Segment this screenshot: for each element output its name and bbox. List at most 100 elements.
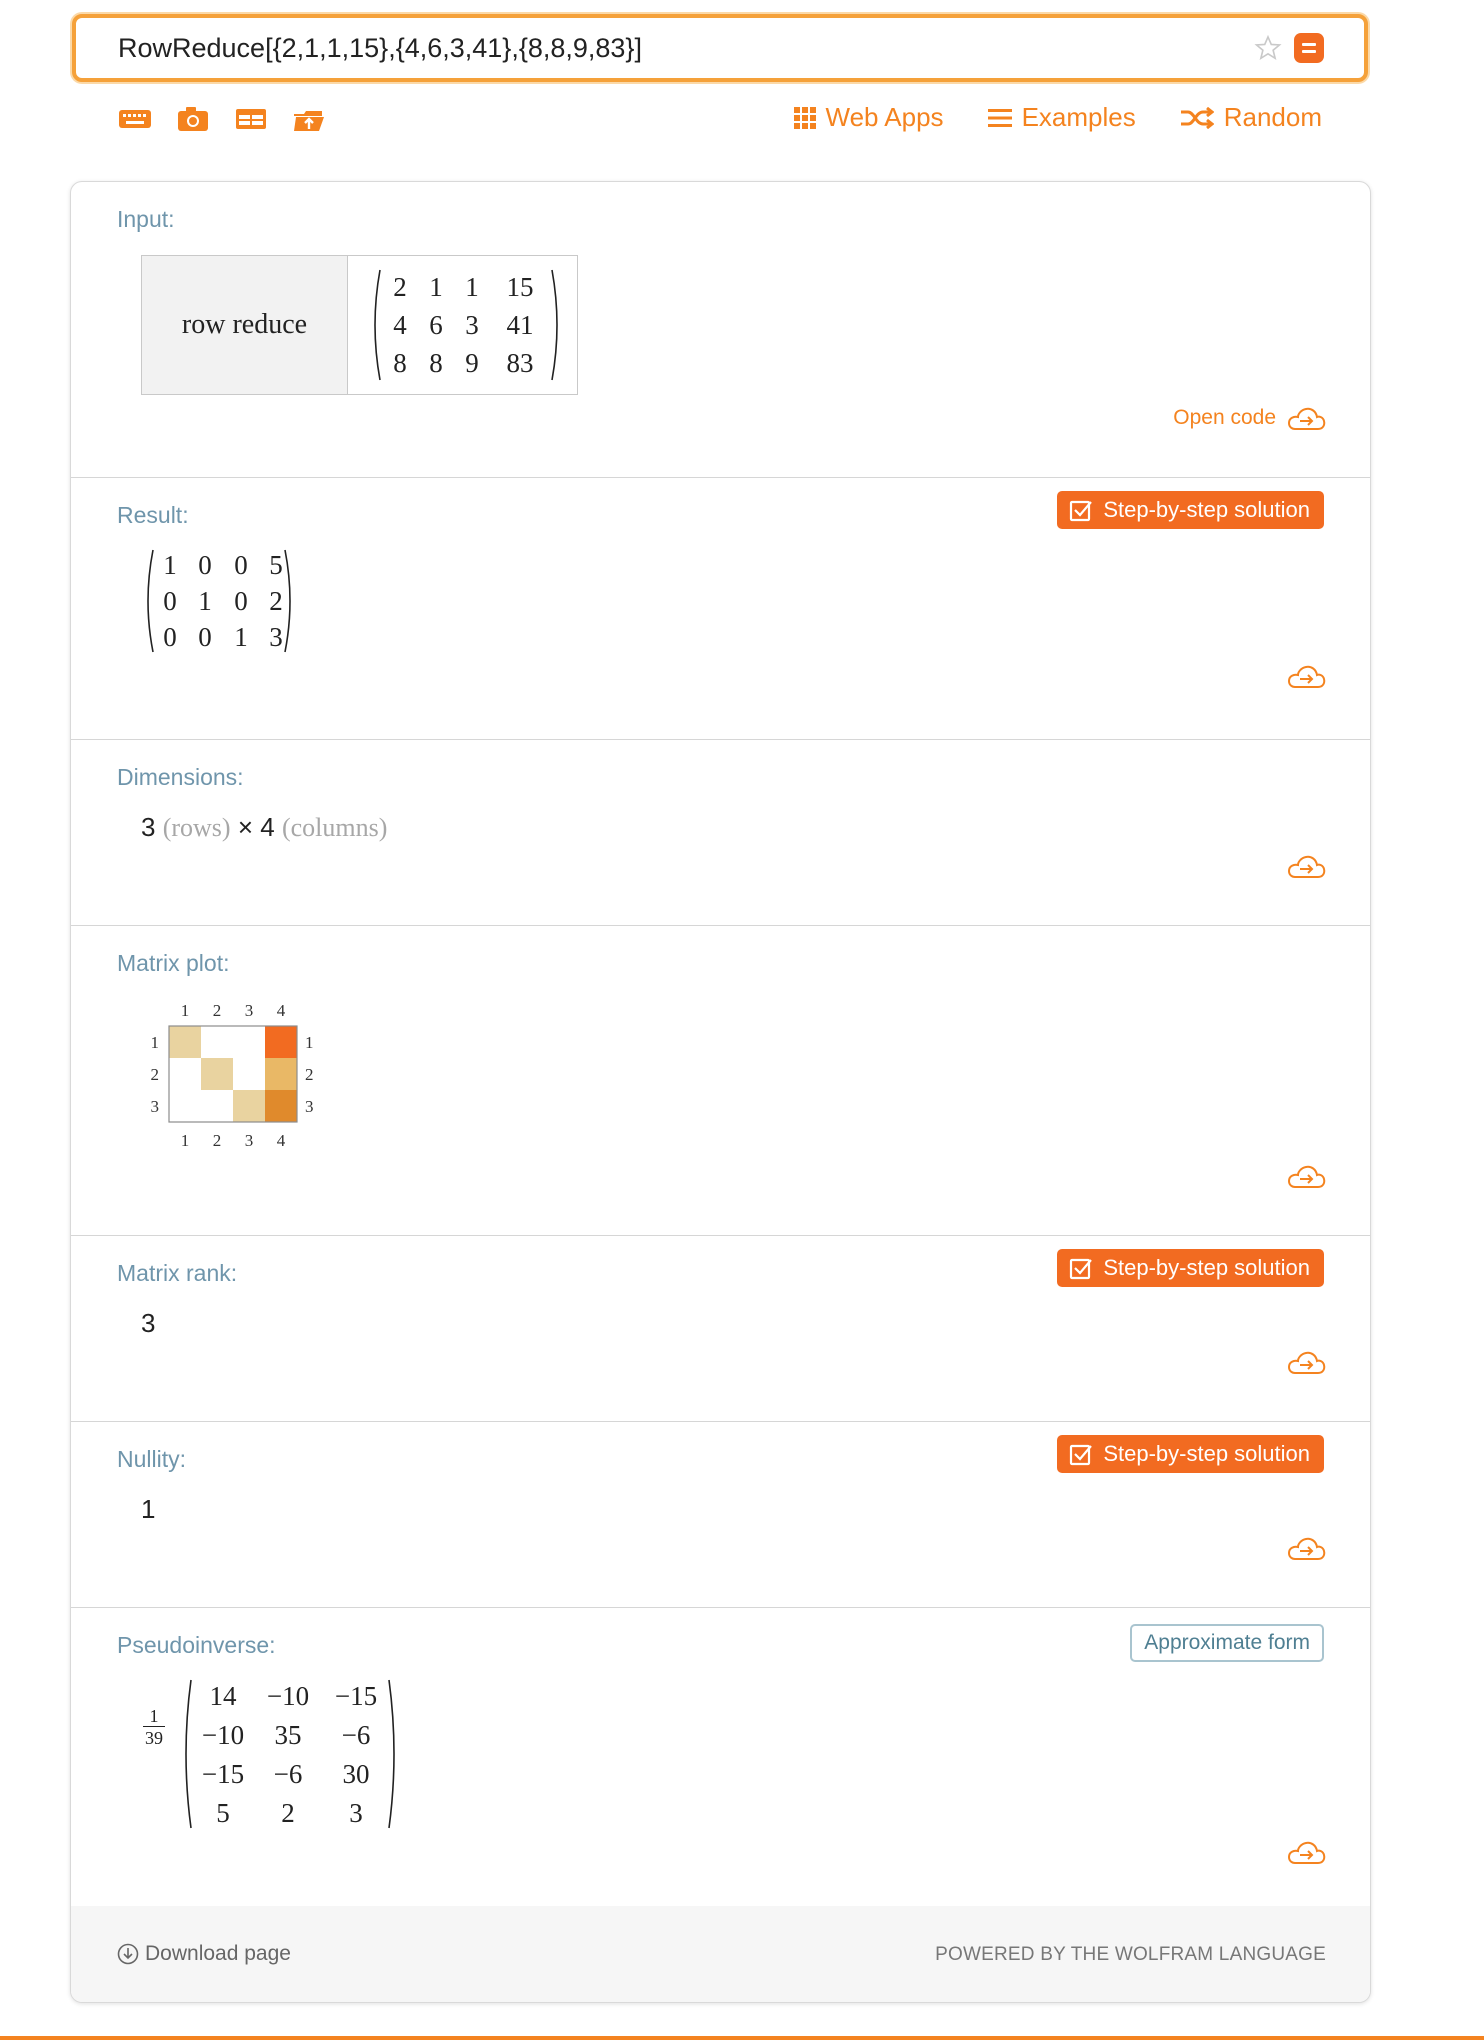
right-paren (284, 549, 291, 653)
plot-cell (169, 1026, 201, 1058)
pod-title: Matrix plot: (117, 950, 230, 976)
step-by-step-button[interactable]: Step-by-step solution (1057, 1249, 1324, 1287)
approximate-form-button[interactable]: Approximate form (1130, 1624, 1324, 1662)
nullity-value: 1 (141, 1494, 156, 1524)
fraction-numerator: 1 (143, 1706, 165, 1727)
step-by-step-button[interactable]: Step-by-step solution (1057, 491, 1324, 529)
tick-label: 3 (151, 1097, 160, 1116)
open-code-link[interactable]: Open code (1173, 404, 1326, 432)
table-input-icon[interactable] (234, 104, 268, 134)
random-link[interactable]: Random (1180, 102, 1322, 133)
rows-count: 3 (141, 812, 156, 842)
matrix-entry: 0 (198, 550, 212, 580)
download-icon (117, 1943, 139, 1965)
step-by-step-button[interactable]: Step-by-step solution (1057, 1435, 1324, 1473)
tick-label: 2 (213, 1131, 222, 1150)
matrix-entry: 0 (163, 586, 177, 616)
checkbox-icon (1070, 1444, 1093, 1466)
matrix-entry: 30 (342, 1759, 370, 1789)
pseudoinverse-matrix: 14 −10 −15 −10 35 −6 −15 −6 30 5 2 3 (179, 1678, 401, 1830)
plot-cell (233, 1026, 265, 1058)
tick-label: 1 (181, 1131, 190, 1150)
checkbox-icon (1070, 500, 1093, 522)
matrix-entry: 1 (198, 586, 212, 616)
matrix-entry: 35 (274, 1720, 302, 1750)
matrix-entry: 0 (198, 622, 212, 652)
cloud-upload-icon[interactable] (1286, 1534, 1326, 1562)
matrix-entry: 8 (393, 348, 407, 378)
search-bar (72, 14, 1368, 82)
pod-title: Dimensions: (117, 764, 244, 790)
cloud-upload-icon[interactable] (1286, 662, 1326, 690)
cols-unit: (columns) (281, 813, 388, 842)
tick-label: 3 (245, 1001, 254, 1020)
dimensions-pod: Dimensions: 3 (rows) × 4 (columns) (71, 740, 1370, 926)
keyboard-icon[interactable] (118, 104, 152, 134)
checkbox-icon (1070, 1258, 1093, 1280)
powered-by-text: POWERED BY THE WOLFRAM LANGUAGE (935, 1944, 1326, 1965)
rows-unit: (rows) (162, 813, 231, 842)
tick-label: 2 (151, 1065, 160, 1084)
camera-icon[interactable] (176, 104, 210, 134)
input-toolbar (118, 104, 326, 134)
matrix-entry: 3 (465, 310, 479, 340)
plot-cell (201, 1026, 233, 1058)
matrix-entry: 14 (209, 1681, 237, 1711)
matrix-entry: 83 (506, 348, 534, 378)
download-page-link[interactable]: Download page (117, 1942, 291, 1966)
matrix-entry: −15 (201, 1759, 245, 1789)
grid-icon (793, 106, 816, 129)
rank-value: 3 (141, 1308, 156, 1338)
tick-label: 1 (181, 1001, 190, 1020)
tick-label: 2 (213, 1001, 222, 1020)
upload-folder-icon[interactable] (292, 104, 326, 134)
examples-label: Examples (1021, 102, 1136, 132)
card-footer: Download page POWERED BY THE WOLFRAM LAN… (71, 1906, 1370, 2002)
cloud-upload-icon[interactable] (1286, 852, 1326, 880)
step-by-step-label: Step-by-step solution (1103, 497, 1310, 522)
cloud-upload-icon[interactable] (1286, 1348, 1326, 1376)
nullity-pod: Nullity: Step-by-step solution 1 (71, 1422, 1370, 1608)
dimensions-value: 3 (rows) × 4 (columns) (141, 812, 387, 843)
matrix-entry: 0 (234, 550, 248, 580)
times-sign: × (237, 812, 253, 842)
tick-label: 1 (151, 1033, 160, 1052)
plot-cell (265, 1058, 297, 1090)
random-label: Random (1223, 102, 1322, 132)
matrix-entry: 3 (349, 1798, 363, 1828)
input-pod: Input: row reduce 2 1 1 15 4 6 3 41 8 8 9 83 Open c… (71, 182, 1370, 478)
cols-count: 4 (260, 812, 275, 842)
search-input[interactable] (118, 18, 1218, 78)
pod-title: Result: (117, 502, 189, 528)
tick-label: 4 (277, 1001, 286, 1020)
tick-label: 2 (305, 1065, 314, 1084)
tick-label: 1 (305, 1033, 314, 1052)
matrix-entry: 4 (393, 310, 407, 340)
result-matrix: 100501020013 (141, 548, 297, 654)
matrix-entry: −6 (273, 1759, 303, 1789)
web-apps-label: Web Apps (825, 102, 944, 132)
matrix-entry: 0 (163, 622, 177, 652)
plot-cell (169, 1058, 201, 1090)
step-by-step-label: Step-by-step solution (1103, 1441, 1310, 1466)
open-code-label: Open code (1173, 406, 1276, 429)
cloud-upload-icon[interactable] (1286, 1838, 1326, 1866)
cloud-upload-icon[interactable] (1286, 1162, 1326, 1190)
matrix-entry: 2 (393, 272, 407, 302)
plot-cell (169, 1090, 201, 1122)
pod-title: Nullity: (117, 1446, 187, 1472)
left-paren (374, 269, 381, 381)
star-icon[interactable] (1254, 34, 1282, 62)
plot-cell (233, 1090, 265, 1122)
right-paren (551, 269, 558, 381)
nav-links: Web Apps Examples Random (793, 102, 1322, 133)
compute-button[interactable] (1294, 33, 1324, 63)
web-apps-link[interactable]: Web Apps (793, 102, 944, 133)
fraction-denominator: 39 (145, 1728, 163, 1748)
plot-cell (265, 1090, 297, 1122)
matrix-entry: 1 (429, 272, 443, 302)
examples-link[interactable]: Examples (987, 102, 1136, 133)
download-label: Download page (145, 1942, 291, 1965)
left-paren (185, 1679, 192, 1829)
tick-label: 3 (305, 1097, 314, 1116)
